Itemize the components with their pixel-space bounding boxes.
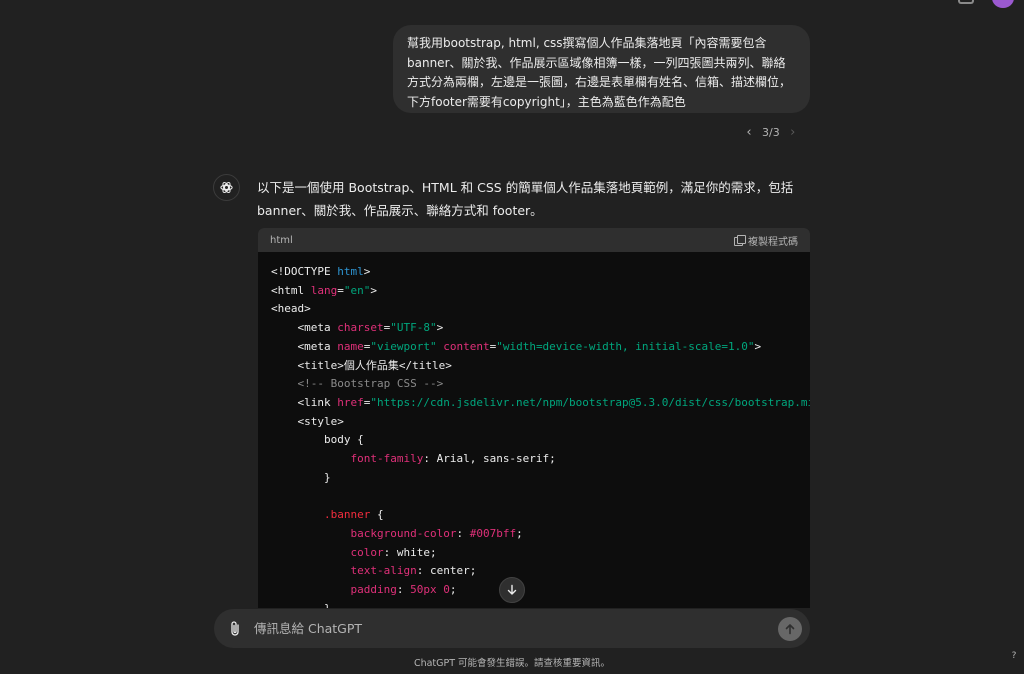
code-token: <meta (271, 321, 338, 335)
code-token: : Arial, sans-serif; (423, 452, 556, 466)
code-line: padding: 50px 0; (271, 581, 797, 600)
code-token: <head> (271, 302, 311, 316)
code-line: <style> (271, 413, 797, 432)
code-token: charset (337, 321, 384, 335)
code-token: href (337, 395, 364, 409)
user-message-text: 幫我用bootstrap, html, css撰寫個人作品集落地頁「內容需要包含… (407, 36, 792, 109)
arrow-down-icon (507, 584, 517, 595)
chevron-right-icon[interactable]: › (788, 125, 798, 140)
code-token: padding (350, 582, 397, 596)
response-pager: ‹ 3/3 › (744, 124, 798, 140)
code-token: } (271, 470, 331, 484)
code-token: } (271, 602, 331, 608)
copy-code-button[interactable]: 複製程式碼 (734, 233, 798, 248)
code-token: 50px (410, 582, 437, 596)
code-token: "UTF-8" (390, 321, 437, 335)
code-block-header: html 複製程式碼 (258, 228, 810, 252)
assistant-intro: 以下是一個使用 Bootstrap、HTML 和 CSS 的簡單個人作品集落地頁… (257, 180, 794, 218)
code-token: <!DOCTYPE (271, 265, 338, 278)
code-block: html 複製程式碼 <!DOCTYPE html> <html lang="en… (258, 228, 810, 608)
share-icon[interactable] (958, 0, 974, 4)
send-button[interactable] (778, 616, 802, 641)
code-token: ; (516, 526, 523, 540)
code-token: = (337, 283, 344, 297)
code-line: <!DOCTYPE html> (271, 263, 797, 282)
code-token: font-family (350, 452, 424, 466)
code-token: : (396, 582, 411, 596)
code-token: content (443, 339, 490, 353)
code-token: 0 (443, 582, 450, 596)
copy-icon (734, 235, 746, 246)
help-button[interactable]: ? (1006, 648, 1022, 664)
user-avatar[interactable] (992, 0, 1014, 8)
code-line: font-family: Arial, sans-serif; (271, 450, 797, 469)
code-token: text-align (350, 564, 417, 578)
code-token: body { (271, 433, 364, 447)
code-content: <!DOCTYPE html> <html lang="en"> <head> <m… (258, 252, 810, 608)
code-token: background-color (350, 526, 457, 540)
code-line: body { (271, 431, 797, 450)
code-token: <link (271, 395, 338, 409)
code-token: <style> (271, 414, 344, 428)
code-line: background-color: #007bff; (271, 525, 797, 544)
code-token: > (754, 339, 762, 353)
code-token: "https://cdn.jsdelivr.net/npm/bootstrap@… (370, 395, 810, 409)
code-token: lang (310, 283, 338, 297)
chatgpt-logo-icon (213, 174, 240, 201)
code-token: > (363, 265, 371, 278)
code-line: } (271, 600, 797, 608)
chevron-left-icon[interactable]: ‹ (744, 125, 754, 140)
code-token: "viewport" (370, 339, 437, 353)
code-token: "width=device-width, initial-scale=1.0" (496, 339, 755, 353)
code-token: <meta (271, 339, 338, 353)
code-line: <meta charset="UTF-8"> (271, 319, 797, 338)
code-token: .banner (323, 508, 371, 522)
pager-label: 3/3 (762, 125, 780, 139)
code-line: .banner { (271, 506, 797, 525)
code-token: : (456, 526, 470, 540)
disclaimer-text: ChatGPT 可能會發生錯誤。請查核重要資訊。 (413, 658, 611, 669)
code-line: <meta name="viewport" content="width=dev… (271, 338, 797, 357)
code-line: <html lang="en"> (271, 282, 797, 301)
code-token: name (337, 339, 364, 353)
code-token: : center; (416, 564, 477, 578)
code-line: text-align: center; (271, 562, 797, 581)
code-token: : white; (383, 545, 437, 559)
code-token: #007bff (469, 526, 517, 540)
code-token: <title>個人作品集</title> (271, 358, 452, 372)
code-line: <link href="https://cdn.jsdelivr.net/npm… (271, 394, 810, 413)
arrow-up-icon (785, 623, 795, 634)
copy-code-label: 複製程式碼 (748, 236, 798, 248)
code-token: > (436, 321, 444, 335)
code-token: "en" (343, 283, 371, 297)
code-line: <!-- Bootstrap CSS --> (271, 375, 797, 394)
code-line: } (271, 469, 797, 488)
message-composer (214, 609, 810, 648)
code-token: ; (449, 582, 457, 596)
code-language-label: html (270, 234, 293, 246)
code-token: { (370, 508, 384, 522)
code-token: <html (271, 283, 311, 297)
code-token: > (370, 283, 377, 297)
message-input[interactable] (254, 621, 778, 636)
code-line: <head> (271, 300, 797, 319)
code-line: <title>個人作品集</title> (271, 357, 797, 376)
code-token: color (350, 545, 384, 559)
scroll-to-bottom-button[interactable] (499, 577, 525, 603)
code-token: <!-- Bootstrap CSS --> (271, 377, 444, 391)
paperclip-icon[interactable] (228, 620, 242, 638)
code-line: color: white; (271, 544, 797, 563)
chat-page: 幫我用bootstrap, html, css撰寫個人作品集落地頁「內容需要包含… (0, 0, 1024, 674)
code-token: html (337, 265, 364, 278)
user-message-bubble: 幫我用bootstrap, html, css撰寫個人作品集落地頁「內容需要包含… (393, 25, 810, 113)
